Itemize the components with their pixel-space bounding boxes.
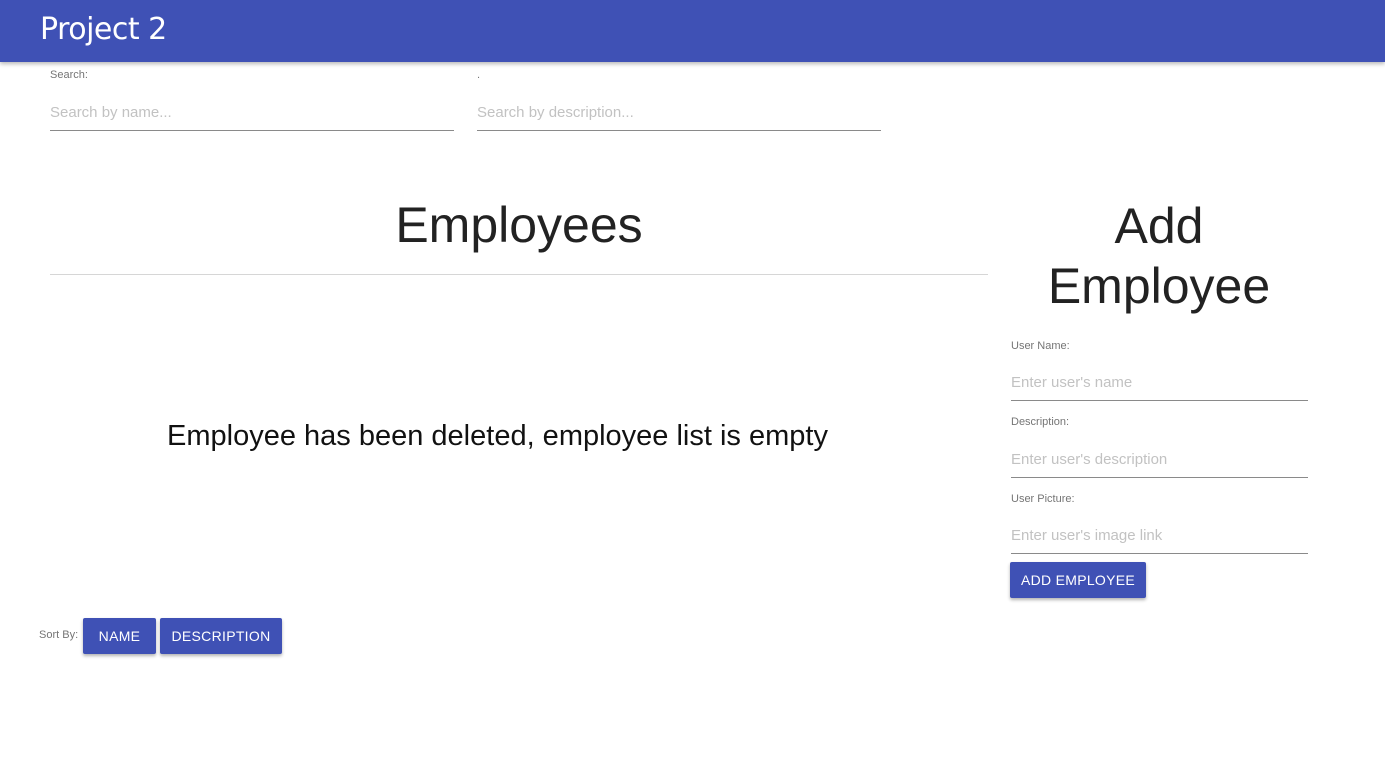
employees-divider	[50, 274, 988, 275]
add-employee-heading: Add Employee	[1010, 196, 1308, 316]
empty-list-message: Employee has been deleted, employee list…	[167, 420, 828, 452]
description-label: Description:	[1011, 416, 1070, 428]
user-picture-label: User Picture:	[1011, 493, 1075, 505]
add-employee-heading-line1: Add	[1114, 198, 1204, 254]
search-description-input[interactable]	[477, 99, 881, 131]
app-bar: Project 2	[0, 0, 1385, 62]
search-description-label: .	[477, 69, 481, 81]
add-employee-button[interactable]: ADD EMPLOYEE	[1010, 562, 1146, 598]
sort-by-description-button[interactable]: DESCRIPTION	[160, 618, 282, 654]
sort-by-name-button[interactable]: NAME	[83, 618, 156, 654]
user-name-input[interactable]	[1011, 369, 1308, 401]
add-employee-heading-line2: Employee	[1047, 258, 1271, 314]
search-name-label: Search:	[50, 69, 88, 81]
user-name-label: User Name:	[1011, 340, 1070, 352]
app-title: Project 2	[40, 12, 167, 47]
search-name-input[interactable]	[50, 99, 454, 131]
description-input[interactable]	[1011, 446, 1308, 478]
sort-by-label: Sort By:	[39, 629, 79, 641]
user-picture-input[interactable]	[1011, 522, 1308, 554]
employees-heading: Employees	[395, 197, 643, 253]
